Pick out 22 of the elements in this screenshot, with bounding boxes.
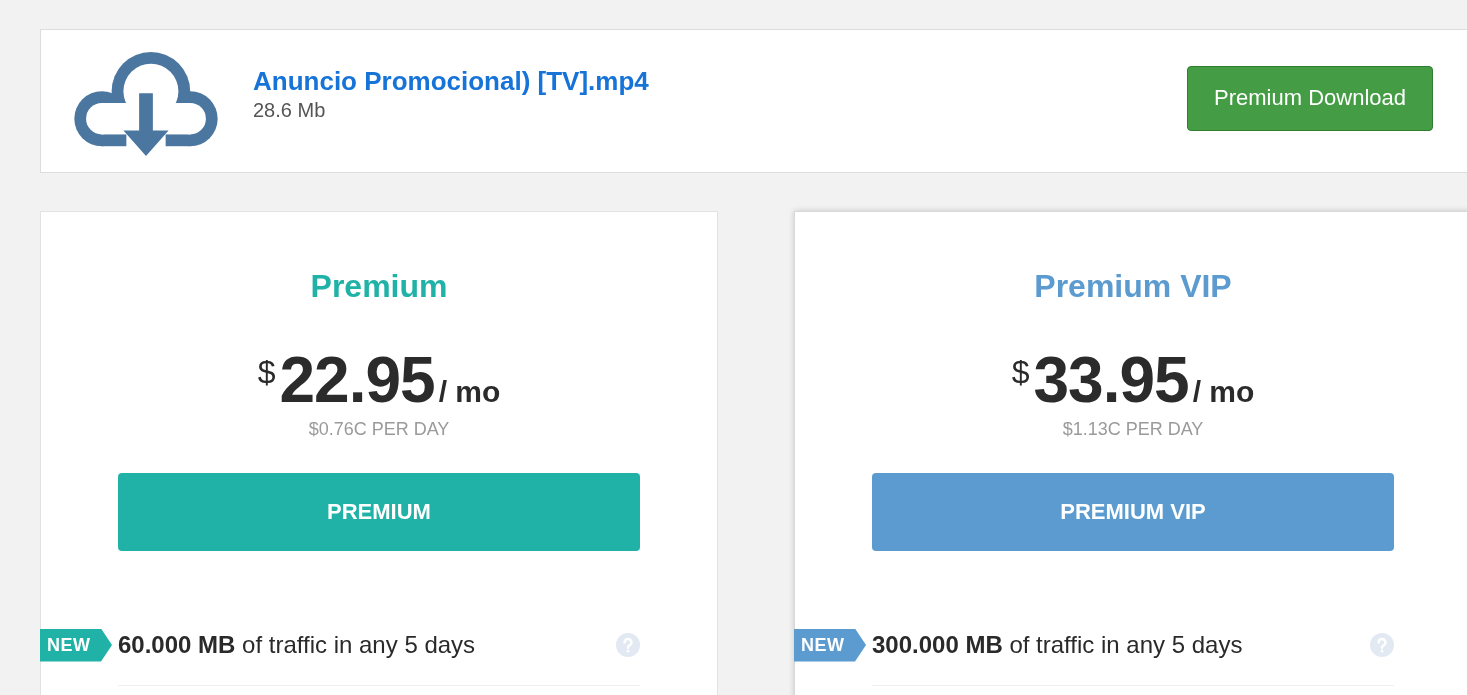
price: 33.95 xyxy=(1033,348,1189,412)
premium-download-button[interactable]: Premium Download xyxy=(1187,65,1433,131)
currency-symbol: $ xyxy=(1011,356,1030,388)
currency-symbol: $ xyxy=(257,356,276,388)
plan-title: Premium VIP xyxy=(1034,267,1232,306)
per-day-price: $0.76C PER DAY xyxy=(308,418,450,440)
price-period: / mo xyxy=(1192,376,1255,408)
plan-button[interactable]: PREMIUM VIP xyxy=(872,473,1394,551)
file-name-link[interactable]: Anuncio Promocional) [TV].mp4 xyxy=(253,64,649,97)
feature-text: 300.000 MB of traffic in any 5 days xyxy=(872,630,1243,660)
cloud-download-icon xyxy=(72,50,220,158)
feature-text: 60.000 MB of traffic in any 5 days xyxy=(118,630,476,660)
plan-title: Premium xyxy=(310,267,448,306)
help-icon[interactable] xyxy=(1370,633,1394,657)
per-day-price: $1.13C PER DAY xyxy=(1062,418,1204,440)
plan-button[interactable]: PREMIUM xyxy=(118,473,640,551)
file-size: 28.6 Mb xyxy=(253,97,326,123)
help-icon[interactable] xyxy=(616,633,640,657)
new-badge: NEW xyxy=(794,628,866,662)
new-badge: NEW xyxy=(40,628,112,662)
price-period: / mo xyxy=(438,376,501,408)
price: 22.95 xyxy=(279,348,435,412)
